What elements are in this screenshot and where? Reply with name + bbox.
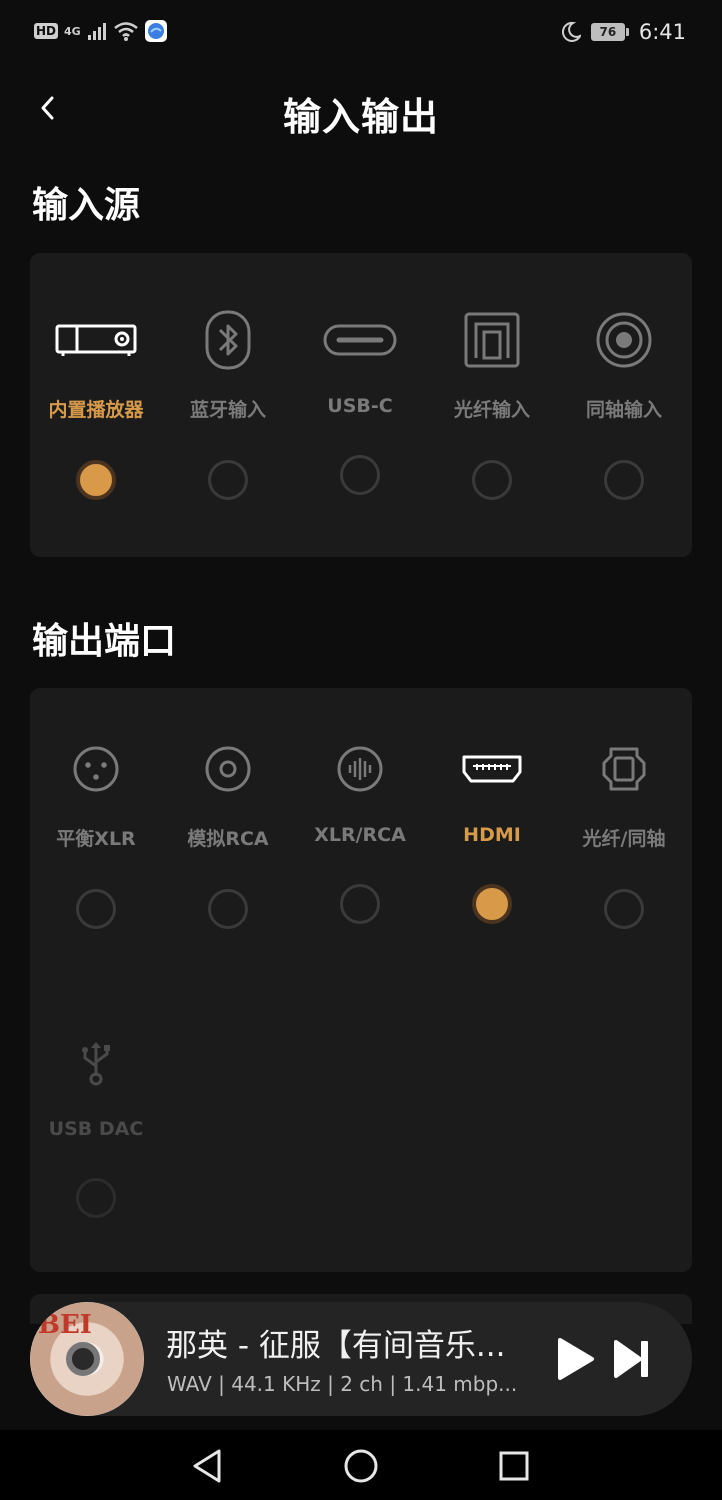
nav-home-button[interactable] [341,1446,381,1486]
hd-indicator: HD [34,23,59,39]
mini-player[interactable]: BEI 那英 - 征服【有间音乐... WAV | 44.1 KHz | 2 c… [30,1302,692,1416]
output-option-label: 平衡XLR [56,828,136,850]
output-port-panel: 平衡XLR 模拟RCA XLR/RCA HDMI 光纤/同轴 USB DAC [30,688,692,1272]
output-radio-selected[interactable] [472,884,512,924]
output-option-label: USB DAC [48,1118,144,1140]
clock: 6:41 [638,20,686,44]
optical-coaxial-icon [602,747,646,791]
input-option-optical[interactable]: 光纤输入 [426,305,558,500]
input-option-label: 光纤输入 [453,399,530,421]
wifi-icon [113,22,138,41]
input-option-label: 内置播放器 [48,399,144,421]
input-radio-selected[interactable] [76,460,116,500]
output-radio[interactable] [208,889,248,929]
output-radio-disabled [76,1178,116,1218]
battery-indicator: 76 [590,23,629,41]
input-option-usb-c[interactable]: USB-C [294,305,426,495]
output-option-usb-dac: USB DAC [30,1028,162,1218]
output-option-balanced-xlr[interactable]: 平衡XLR [30,734,162,929]
optical-port-icon [464,312,520,368]
coaxial-port-icon [596,312,652,368]
rca-connector-icon [205,746,251,792]
square-recents-icon [499,1451,529,1481]
input-source-panel: 内置播放器 蓝牙输入 USB-C 光纤输入 同轴输入 [30,253,692,557]
input-radio[interactable] [208,460,248,500]
projector-icon [55,324,137,356]
input-option-label: 同轴输入 [585,399,662,421]
input-option-label: USB-C [327,395,393,417]
system-navigation-bar [0,1430,722,1500]
input-radio[interactable] [472,460,512,500]
input-radio[interactable] [340,455,380,495]
signal-icon [87,23,106,40]
circle-home-icon [344,1449,378,1483]
network-type: 4G [64,24,81,38]
input-option-coaxial[interactable]: 同轴输入 [558,305,690,500]
moon-icon [561,21,581,42]
skip-next-icon [614,1340,648,1378]
output-radio[interactable] [604,889,644,929]
usb-c-port-icon [323,324,397,356]
status-bar: HD 4G 76 6:41 [0,0,722,66]
output-option-label: HDMI [463,824,521,846]
output-option-xlr-rca[interactable]: XLR/RCA [294,734,426,924]
next-track-button[interactable] [612,1338,652,1380]
nav-recents-button[interactable] [494,1446,534,1486]
play-button[interactable] [554,1336,596,1382]
output-radio[interactable] [340,884,380,924]
output-option-optical-coaxial[interactable]: 光纤/同轴 [558,734,690,929]
album-art[interactable]: BEI [30,1302,144,1416]
track-format-info: WAV | 44.1 KHz | 2 ch | 1.41 mbp... [167,1372,518,1396]
triangle-back-icon [193,1449,221,1483]
usb-icon [82,1042,110,1086]
battery-level: 76 [590,23,625,41]
page-title: 输入输出 [282,95,439,139]
xlr-rca-icon [337,746,383,792]
input-option-bluetooth[interactable]: 蓝牙输入 [162,305,294,500]
hdmi-port-icon [462,755,522,783]
app-notification-icon [144,20,167,42]
output-option-analog-rca[interactable]: 模拟RCA [162,734,294,929]
input-section-title: 输入源 [32,185,141,226]
input-radio[interactable] [604,460,644,500]
output-option-label: 模拟RCA [187,828,269,850]
track-title[interactable]: 那英 - 征服【有间音乐... [166,1320,526,1365]
play-icon [558,1338,594,1380]
output-option-hdmi[interactable]: HDMI [426,734,558,924]
header: 输入输出 [0,80,722,140]
nav-back-button[interactable] [187,1446,227,1486]
output-option-label: XLR/RCA [314,824,406,846]
album-cover-text: BEI [38,1310,92,1340]
bluetooth-icon [205,310,251,370]
output-radio[interactable] [76,889,116,929]
input-option-label: 蓝牙输入 [189,399,266,421]
output-option-label: 光纤/同轴 [582,828,666,850]
vinyl-disc-icon [66,1342,100,1376]
xlr-connector-icon [73,746,119,792]
output-section-title: 输出端口 [32,621,177,662]
input-option-builtin-player[interactable]: 内置播放器 [30,305,162,500]
